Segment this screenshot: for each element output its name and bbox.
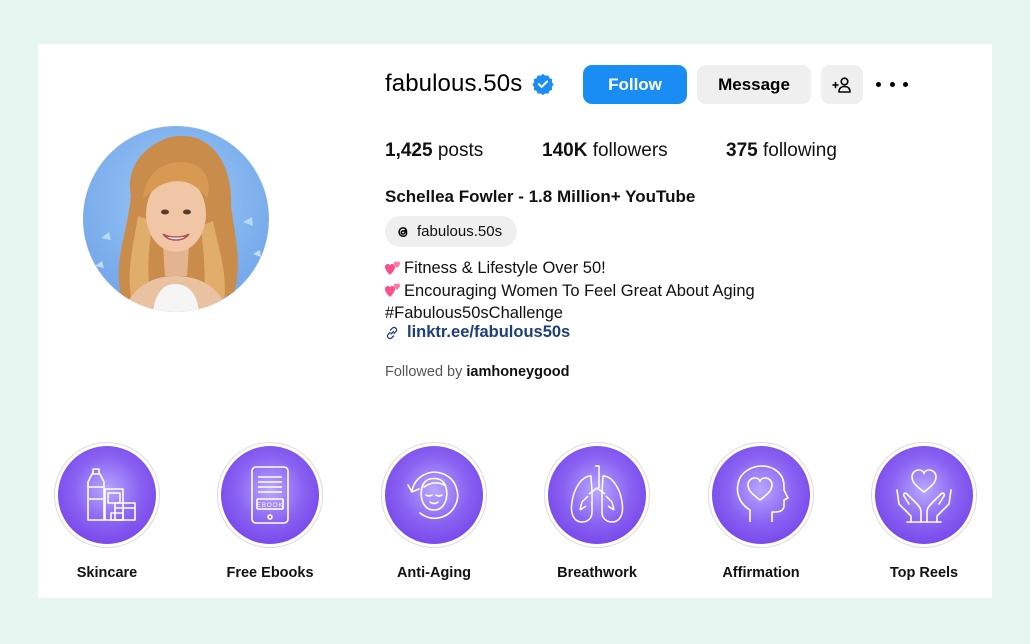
posts-stat[interactable]: 1,425 posts (385, 140, 483, 162)
highlight-cover (58, 446, 156, 544)
bio-text-1: Fitness & Lifestyle Over 50! (404, 259, 606, 277)
threads-handle: fabulous.50s (417, 223, 503, 240)
profile-bio: Fitness & Lifestyle Over 50! Encouraging… (385, 257, 755, 325)
bio-text-2: Encouraging Women To Feel Great About Ag… (404, 281, 755, 300)
threads-icon (398, 226, 408, 237)
posts-count: 1,425 (385, 140, 433, 161)
face-refresh-icon (407, 471, 459, 520)
bio-line-2: Encouraging Women To Feel Great About Ag… (385, 280, 755, 303)
bio-hashtag[interactable]: #Fabulous50sChallenge (385, 302, 755, 325)
ebook-tablet-icon: EBOOK (251, 466, 289, 524)
highlight-free-ebooks[interactable]: EBOOK Free Ebooks (215, 442, 325, 581)
followed-by-user: iamhoneygood (466, 364, 570, 380)
followed-by-text[interactable]: Followed by iamhoneygood (385, 364, 570, 380)
highlight-cover (712, 446, 810, 544)
two-hearts-icon (385, 283, 400, 298)
verified-badge-icon (532, 73, 554, 95)
posts-label: posts (432, 140, 484, 161)
avatar-portrait-image (95, 135, 261, 312)
highlight-cover: EBOOK (221, 446, 319, 544)
profile-link-text: linktr.ee/fabulous50s (407, 323, 571, 341)
followers-count: 140K (542, 140, 588, 161)
followers-label: followers (587, 140, 668, 161)
following-stat[interactable]: 375 following (726, 140, 837, 162)
two-hearts-icon (385, 261, 400, 275)
highlight-label: Affirmation (722, 565, 800, 581)
profile-full-name: Schellea Fowler - 1.8 Million+ YouTube (385, 187, 696, 206)
highlight-top-reels[interactable]: Top Reels (869, 442, 979, 581)
highlight-label: Skincare (76, 565, 138, 581)
highlight-ring (708, 442, 814, 548)
followers-stat[interactable]: 140K followers (542, 140, 668, 162)
username-row: fabulous.50s (385, 64, 554, 104)
highlight-ring (54, 442, 160, 548)
lungs-icon (570, 465, 624, 523)
highlight-cover (548, 446, 646, 544)
profile-card: fabulous.50s Follow Message 1,425 posts … (38, 44, 992, 598)
highlight-cover (875, 446, 973, 544)
followed-by-prefix: Followed by (385, 364, 467, 380)
highlight-label: Top Reels (889, 565, 959, 581)
highlight-label: Free Ebooks (226, 565, 314, 581)
add-user-icon (832, 76, 851, 93)
skincare-bottles-icon (87, 468, 136, 521)
follow-button[interactable]: Follow (583, 65, 687, 104)
highlight-ring: EBOOK (217, 442, 323, 548)
hands-heart-icon (896, 469, 952, 523)
highlight-label: Breathwork (557, 565, 637, 581)
bio-text-3: #Fabulous50sChallenge (385, 304, 563, 322)
profile-username: fabulous.50s (385, 70, 523, 97)
highlight-affirmation[interactable]: Affirmation (706, 442, 816, 581)
svg-text:EBOOK: EBOOK (256, 502, 283, 509)
highlight-ring (544, 442, 650, 548)
following-count: 375 (726, 140, 758, 161)
highlight-anti-aging[interactable]: Anti-Aging (379, 442, 489, 581)
suggest-users-button[interactable] (821, 65, 863, 104)
link-icon (386, 326, 398, 339)
highlight-ring (381, 442, 487, 548)
highlight-label: Anti-Aging (396, 565, 472, 581)
highlight-ring (871, 442, 977, 548)
following-label: following (757, 140, 837, 161)
head-heart-icon (736, 465, 789, 522)
bio-line-1: Fitness & Lifestyle Over 50! (385, 257, 755, 280)
highlight-cover (385, 446, 483, 544)
profile-website-link[interactable]: linktr.ee/fabulous50s (385, 323, 570, 342)
highlight-breathwork[interactable]: Breathwork (542, 442, 652, 581)
threads-link-pill[interactable]: fabulous.50s (385, 216, 517, 247)
more-options-icon[interactable] (876, 74, 908, 94)
profile-avatar[interactable] (83, 126, 269, 312)
message-button[interactable]: Message (697, 65, 811, 104)
highlight-skincare[interactable]: Skincare (52, 442, 162, 581)
